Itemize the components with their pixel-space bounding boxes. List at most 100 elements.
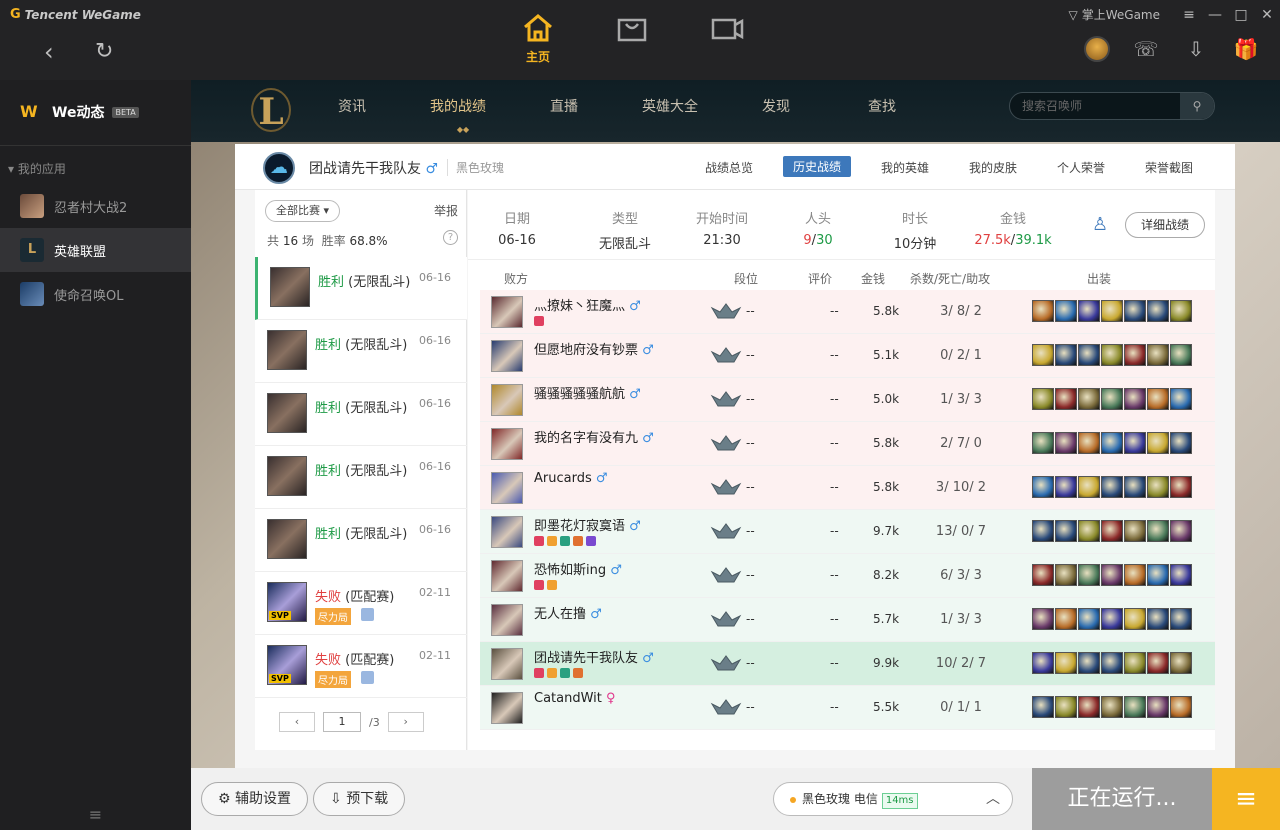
item-icon[interactable] (1032, 520, 1054, 542)
item-icon[interactable] (1170, 608, 1192, 630)
assist-settings-button[interactable]: ⚙ 辅助设置 (201, 782, 309, 816)
tab-live[interactable]: 直播 (550, 96, 578, 116)
tab-my-record[interactable]: 我的战绩 (430, 96, 486, 116)
item-icon[interactable] (1055, 652, 1077, 674)
tab-my-heroes[interactable]: 我的英雄 (881, 159, 929, 176)
item-icon[interactable] (1101, 344, 1123, 366)
item-icon[interactable] (1101, 300, 1123, 322)
item-icon[interactable] (1147, 476, 1169, 498)
item-icon[interactable] (1170, 432, 1192, 454)
item-icon[interactable] (1078, 300, 1100, 322)
sidebar-item-lol[interactable]: L 英雄联盟 (0, 228, 191, 272)
item-icon[interactable] (1147, 608, 1169, 630)
item-icon[interactable] (1147, 300, 1169, 322)
item-icon[interactable] (1055, 432, 1077, 454)
item-icon[interactable] (1147, 564, 1169, 586)
item-icon[interactable] (1055, 608, 1077, 630)
table-row[interactable]: 灬撩妹丶狂魔灬 ♂ -- -- 5.8k 3/ 8/ 2 (480, 290, 1215, 334)
table-row[interactable]: 即墨花灯寂寞语 ♂ -- -- 9.7k 13/ 0/ 7 (480, 510, 1215, 554)
item-icon[interactable] (1055, 520, 1077, 542)
item-icon[interactable] (1032, 564, 1054, 586)
page-input[interactable]: 1 (323, 712, 361, 732)
item-icon[interactable] (1124, 520, 1146, 542)
item-icon[interactable] (1101, 520, 1123, 542)
sidebar-item-naruto[interactable]: 忍者村大战2 (0, 184, 191, 228)
item-icon[interactable] (1055, 476, 1077, 498)
item-icon[interactable] (1147, 652, 1169, 674)
player-name[interactable]: CatandWit ♀ (534, 691, 616, 706)
item-icon[interactable] (1078, 608, 1100, 630)
item-icon[interactable] (1032, 476, 1054, 498)
item-icon[interactable] (1078, 388, 1100, 410)
champion-portrait[interactable] (491, 516, 523, 548)
champion-portrait[interactable] (491, 604, 523, 636)
match-item[interactable]: SVP 失败 (匹配赛) 02-11 尽力局 (255, 572, 467, 635)
item-icon[interactable] (1078, 432, 1100, 454)
item-icon[interactable] (1124, 564, 1146, 586)
player-name[interactable]: 我的名字有没有九 ♂ (534, 427, 654, 446)
player-name[interactable]: 骚骚骚骚骚航航 ♂ (534, 383, 641, 402)
item-icon[interactable] (1124, 432, 1146, 454)
tab-my-skins[interactable]: 我的皮肤 (969, 159, 1017, 176)
champion-portrait[interactable] (491, 384, 523, 416)
item-icon[interactable] (1101, 432, 1123, 454)
friends-icon[interactable]: ☏ (1132, 37, 1160, 61)
download-icon[interactable]: ⇩ (1182, 37, 1210, 61)
champion-portrait[interactable] (491, 648, 523, 680)
item-icon[interactable] (1032, 300, 1054, 322)
item-icon[interactable] (1147, 344, 1169, 366)
home-tab[interactable]: 主页 (513, 10, 563, 65)
champion-portrait[interactable] (491, 692, 523, 724)
player-name[interactable]: 但愿地府没有钞票 ♂ (534, 339, 654, 358)
player-name[interactable]: 恐怖如斯ing ♂ (534, 559, 622, 578)
ward-icon[interactable]: ♙ (1092, 214, 1114, 238)
player-name[interactable]: 即墨花灯寂寞语 ♂ (534, 515, 641, 534)
item-icon[interactable] (1124, 476, 1146, 498)
server-select[interactable]: 黑色玫瑰 电信 14ms ︿ (773, 782, 1013, 816)
mobile-wegame-link[interactable]: ▽ 掌上WeGame (1068, 6, 1160, 23)
predownload-button[interactable]: ⇩ 预下载 (313, 782, 406, 816)
running-status-button[interactable]: 正在运行... (1032, 768, 1212, 830)
champion-portrait[interactable] (491, 560, 523, 592)
gift-icon[interactable]: 🎁 (1232, 37, 1260, 61)
match-item[interactable]: 胜利 (无限乱斗) 06-16 (255, 509, 467, 572)
item-icon[interactable] (1170, 564, 1192, 586)
table-row[interactable]: Arucards ♂ -- -- 5.8k 3/ 10/ 2 (480, 466, 1215, 510)
item-icon[interactable] (1170, 696, 1192, 718)
item-icon[interactable] (1078, 564, 1100, 586)
item-icon[interactable] (1124, 300, 1146, 322)
item-icon[interactable] (1170, 344, 1192, 366)
item-icon[interactable] (1032, 608, 1054, 630)
minimize-icon[interactable]: — (1202, 7, 1228, 23)
tab-honors[interactable]: 个人荣誉 (1057, 159, 1105, 176)
champion-portrait[interactable] (491, 296, 523, 328)
help-icon[interactable]: ? (443, 230, 458, 245)
item-icon[interactable] (1147, 520, 1169, 542)
item-icon[interactable] (1078, 344, 1100, 366)
champion-portrait[interactable] (491, 472, 523, 504)
tab-search[interactable]: 查找 (868, 96, 896, 116)
match-item[interactable]: SVP 失败 (匹配赛) 02-11 尽力局 (255, 635, 467, 698)
table-row[interactable]: 团战请先干我队友 ♂ -- -- 9.9k 10/ 2/ 7 (480, 642, 1215, 686)
sidebar-item-codol[interactable]: 使命召唤OL (0, 272, 191, 316)
close-icon[interactable]: ✕ (1254, 7, 1280, 23)
item-icon[interactable] (1032, 432, 1054, 454)
item-icon[interactable] (1101, 608, 1123, 630)
item-icon[interactable] (1055, 564, 1077, 586)
detail-record-button[interactable]: 详细战绩 (1125, 212, 1205, 238)
player-name[interactable]: Arucards ♂ (534, 471, 608, 486)
item-icon[interactable] (1124, 608, 1146, 630)
item-icon[interactable] (1101, 476, 1123, 498)
item-icon[interactable] (1170, 652, 1192, 674)
tab-news[interactable]: 资讯 (338, 96, 366, 116)
match-item[interactable]: 胜利 (无限乱斗) 06-16 (255, 383, 467, 446)
player-name[interactable]: 团战请先干我队友 ♂ (534, 647, 654, 666)
item-icon[interactable] (1170, 388, 1192, 410)
tab-screenshots[interactable]: 荣誉截图 (1145, 159, 1193, 176)
search-icon[interactable]: ⚲ (1180, 93, 1214, 119)
menu-icon[interactable]: ≡ (1176, 7, 1202, 23)
we-dynamic[interactable]: W We动态 BETA (20, 102, 139, 122)
champion-portrait[interactable] (491, 428, 523, 460)
table-row[interactable]: 无人在撸 ♂ -- -- 5.7k 1/ 3/ 3 (480, 598, 1215, 642)
item-icon[interactable] (1055, 300, 1077, 322)
